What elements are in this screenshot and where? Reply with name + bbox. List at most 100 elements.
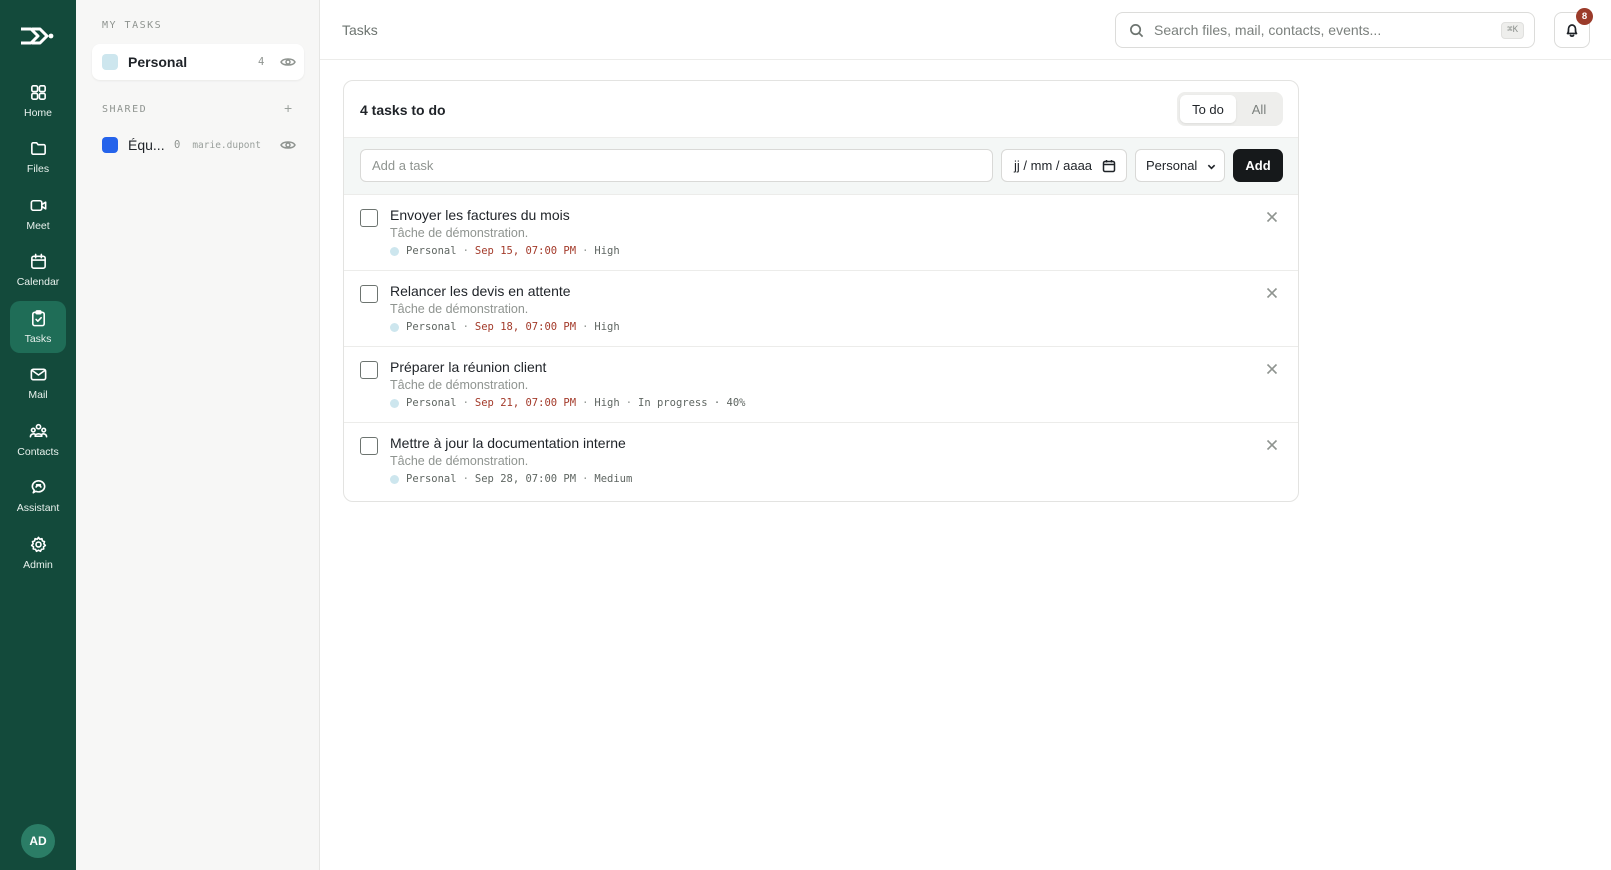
mail-icon — [30, 368, 46, 381]
notifications-button[interactable]: 8 — [1554, 8, 1593, 48]
task-description: Tâche de démonstration. — [390, 454, 529, 468]
add-shared-list-button[interactable]: + — [284, 100, 292, 116]
task-meta: Personal · Sep 28, 07:00 PM · Medium — [390, 473, 632, 485]
nav-assistant-label: Assistant — [16, 502, 60, 514]
bell-icon — [1566, 24, 1578, 37]
task-list-select[interactable]: Personal — [1135, 149, 1225, 182]
app-logo[interactable] — [18, 21, 56, 51]
assistant-icon — [31, 480, 45, 494]
nav-admin[interactable]: Admin — [10, 527, 66, 579]
search-shortcut: ⌘K — [1501, 22, 1524, 39]
nav-home[interactable]: Home — [10, 75, 66, 127]
nav-calendar[interactable]: Calendar — [10, 244, 66, 296]
nav-contacts[interactable]: Contacts — [10, 414, 66, 466]
task-progress: In progress · 40% — [638, 397, 746, 409]
shared-heading: SHARED — [102, 104, 148, 115]
task-row: Mettre à jour la documentation interne T… — [344, 423, 1298, 499]
task-description: Tâche de démonstration. — [390, 378, 529, 392]
meta-separator: · — [582, 397, 589, 409]
add-task-button[interactable]: Add — [1233, 149, 1283, 182]
tasks-card-header: 4 tasks to do To do All — [344, 81, 1298, 138]
task-priority: Medium — [594, 473, 633, 485]
filter-all-button[interactable]: All — [1240, 95, 1278, 123]
close-icon[interactable] — [1266, 211, 1278, 223]
task-meta: Personal · Sep 18, 07:00 PM · High — [390, 321, 620, 333]
list-count: 4 — [258, 56, 265, 68]
nav-tasks-label: Tasks — [24, 333, 52, 345]
nav-files[interactable]: Files — [10, 131, 66, 183]
list-color-dot — [390, 398, 399, 408]
eye-icon[interactable] — [280, 138, 296, 152]
nav-assistant[interactable]: Assistant — [10, 470, 66, 522]
meta-separator: · — [582, 321, 589, 333]
nav-files-label: Files — [26, 163, 50, 175]
task-due: Sep 18, 07:00 PM — [474, 321, 577, 333]
meta-separator: · — [462, 321, 469, 333]
task-priority: High — [594, 321, 620, 333]
meta-separator: · — [462, 245, 469, 257]
meta-separator: · — [582, 473, 589, 485]
page-title: Tasks — [342, 22, 378, 38]
nav-mail-label: Mail — [28, 389, 48, 401]
avatar[interactable]: AD — [21, 824, 55, 858]
nav-home-label: Home — [23, 107, 52, 119]
task-list-select-value: Personal — [1146, 158, 1198, 173]
task-list: Personal — [406, 245, 457, 257]
nav-admin-label: Admin — [23, 559, 53, 571]
add-task-input[interactable] — [360, 149, 993, 182]
chevron-down-icon — [1207, 164, 1216, 170]
nav-meet[interactable]: Meet — [10, 188, 66, 240]
list-color-dot — [390, 246, 399, 256]
task-due: Sep 15, 07:00 PM — [474, 245, 577, 257]
task-due: Sep 21, 07:00 PM — [474, 397, 577, 409]
close-icon[interactable] — [1266, 439, 1278, 451]
meta-separator: · — [625, 397, 633, 409]
task-title[interactable]: Préparer la réunion client — [390, 359, 546, 375]
gear-icon — [30, 536, 46, 553]
task-title[interactable]: Mettre à jour la documentation interne — [390, 435, 626, 451]
filter-todo-button[interactable]: To do — [1180, 95, 1236, 123]
task-checkbox[interactable] — [360, 209, 378, 227]
list-item-shared[interactable]: Équ... 0 marie.dupont — [92, 127, 304, 163]
task-filter-toggle: To do All — [1177, 92, 1283, 126]
task-checkbox[interactable] — [360, 361, 378, 379]
task-meta: Personal · Sep 15, 07:00 PM · High — [390, 245, 620, 257]
list-item-personal[interactable]: Personal 4 — [92, 44, 304, 80]
eye-icon[interactable] — [280, 55, 296, 69]
notification-count-badge: 8 — [1576, 8, 1593, 25]
tasks-icon — [31, 310, 45, 327]
task-list: Personal — [406, 473, 457, 485]
video-icon — [30, 199, 46, 212]
list-color-swatch — [102, 137, 118, 153]
task-checkbox[interactable] — [360, 437, 378, 455]
nav-calendar-label: Calendar — [16, 276, 60, 288]
app-rail: Home Files Meet Calendar Tasks Mail Cont… — [0, 0, 76, 870]
list-owner: marie.dupont — [192, 139, 261, 151]
task-lists-sidebar: MY TASKS Personal 4 SHARED + Équ... 0 ma… — [76, 0, 320, 870]
nav-contacts-label: Contacts — [17, 446, 59, 458]
task-title[interactable]: Relancer les devis en attente — [390, 283, 571, 299]
meta-separator: · — [582, 245, 589, 257]
close-icon[interactable] — [1266, 363, 1278, 375]
home-icon — [30, 85, 46, 100]
task-due: Sep 28, 07:00 PM — [474, 473, 577, 485]
due-date-field[interactable]: jj / mm / aaaa — [1001, 149, 1127, 182]
task-list: Personal — [406, 321, 457, 333]
top-bar: Tasks ⌘K 8 — [320, 0, 1611, 60]
search-icon — [1130, 24, 1144, 38]
nav-tasks[interactable]: Tasks — [10, 301, 66, 353]
task-title[interactable]: Envoyer les factures du mois — [390, 207, 570, 223]
global-search[interactable]: ⌘K — [1115, 12, 1535, 48]
search-input[interactable] — [1154, 13, 1484, 47]
task-checkbox[interactable] — [360, 285, 378, 303]
nav-mail[interactable]: Mail — [10, 357, 66, 409]
list-color-dot — [390, 474, 399, 484]
contacts-icon — [29, 423, 47, 438]
my-tasks-heading: MY TASKS — [102, 20, 163, 31]
task-priority: High — [594, 397, 620, 409]
calendar-icon — [30, 253, 46, 269]
list-color-dot — [390, 322, 399, 332]
close-icon[interactable] — [1266, 287, 1278, 299]
due-date-placeholder: jj / mm / aaaa — [1014, 158, 1093, 173]
calendar-icon[interactable] — [1102, 159, 1116, 173]
